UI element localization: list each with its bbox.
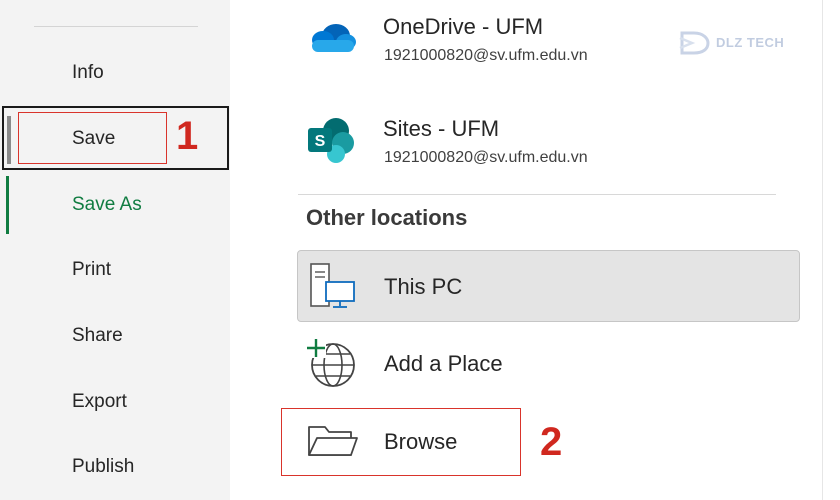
sidebar-item-info[interactable]: Info [0,44,228,102]
other-locations-heading: Other locations [306,205,468,230]
globe-add-icon [306,338,355,387]
location-this-pc[interactable] [297,250,800,322]
section-divider [298,194,776,195]
location-label: This PC [384,274,463,299]
sidebar-item-print[interactable]: Print [0,241,228,299]
annotation-highlight-box [18,112,167,164]
location-account: 1921000820@sv.ufm.edu.vn [384,47,588,64]
sidebar-top-divider [34,26,198,27]
sidebar-item-label: Print [72,259,112,280]
sidebar-item-label: Publish [72,456,135,477]
watermark-logo-icon [679,31,710,55]
computer-icon [310,263,355,308]
sidebar-item-label: Export [72,391,127,412]
backstage-sidebar: Info Save Save As Print Share Export Pub… [0,0,230,500]
sidebar-item-label: Share [72,325,123,346]
watermark-text: DLZ TECH [716,35,785,50]
svg-text:S: S [315,133,326,150]
watermark: DLZ TECH [672,26,798,60]
location-account: 1921000820@sv.ufm.edu.vn [384,149,588,166]
sidebar-item-export[interactable]: Export [0,373,228,431]
active-indicator [6,176,9,234]
sidebar-item-share[interactable]: Share [0,307,228,365]
sidebar-item-publish[interactable]: Publish [0,438,228,496]
sidebar-item-save-as[interactable]: Save As [0,176,228,234]
location-title: Sites - UFM [383,116,500,141]
sidebar-item-label: Info [72,62,104,83]
sidebar-item-label: Save As [72,194,142,215]
location-title: OneDrive - UFM [383,14,544,39]
panel-edge-divider [822,0,823,500]
sharepoint-icon: S [308,118,354,163]
annotation-step-number: 2 [540,420,563,464]
annotation-step-number: 1 [176,114,199,158]
location-label: Add a Place [384,351,503,376]
annotation-highlight-box [281,408,521,476]
onedrive-cloud-icon [312,24,356,52]
